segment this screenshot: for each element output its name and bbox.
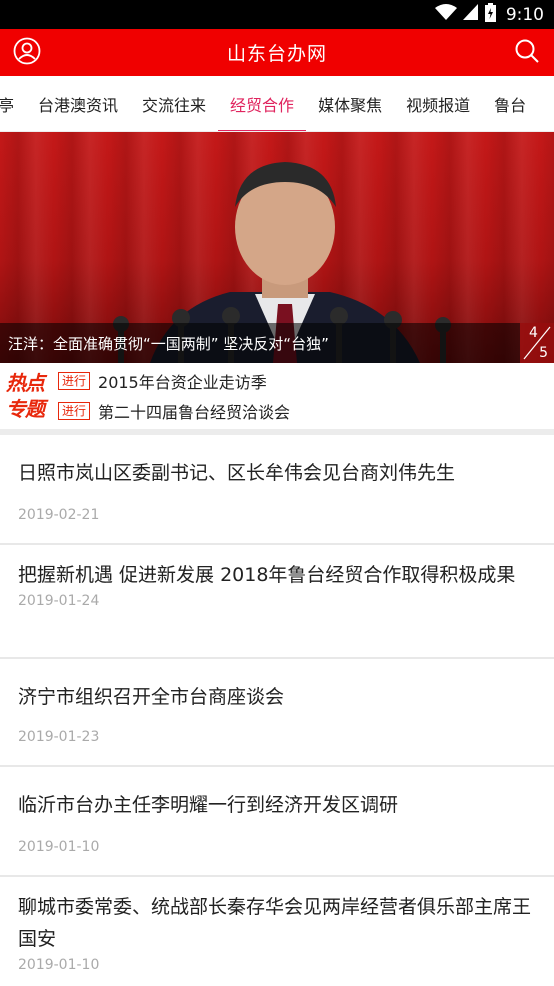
tab-exchanges[interactable]: 交流往来 <box>130 76 218 131</box>
tab-partial-left[interactable]: 亭 <box>0 76 26 131</box>
banner-caption: 汪洋：全面准确贯彻“一国两制” 坚决反对“台独” <box>8 334 329 353</box>
wifi-icon <box>434 3 457 26</box>
status-badge: 进行 <box>58 402 91 420</box>
news-date: 2019-01-10 <box>18 957 100 973</box>
news-item[interactable]: 把握新机遇 促进新发展 2018年鲁台经贸合作取得积极成果 2019-01-24 <box>0 545 554 659</box>
hot-topics: 热点 专题 进行 2015年台资企业走访季 进行 第二十四届鲁台经贸洽谈会 <box>0 363 554 435</box>
category-tabs[interactable]: 亭 台港澳资讯 交流往来 经贸合作 媒体聚焦 视频报道 鲁台 <box>0 76 554 132</box>
news-title: 把握新机遇 促进新发展 2018年鲁台经贸合作取得积极成果 <box>18 564 516 586</box>
banner-pager: 4 5 <box>520 323 554 363</box>
app-header: 山东台办网 <box>0 29 554 76</box>
tab-cross-strait-news[interactable]: 台港澳资讯 <box>26 76 130 131</box>
news-date: 2019-01-10 <box>18 839 100 855</box>
banner-caption-bar: 汪洋：全面准确贯彻“一国两制” 坚决反对“台独” <box>0 323 554 363</box>
news-title: 聊城市委常委、统战部长秦存华会见两岸经营者俱乐部主席王国安 <box>18 896 532 950</box>
news-title: 日照市岚山区委副书记、区长牟伟会见台商刘伟先生 <box>18 462 456 484</box>
news-item[interactable]: 日照市岚山区委副书记、区长牟伟会见台商刘伟先生 2019-02-21 <box>0 435 554 545</box>
news-item[interactable]: 临沂市台办主任李明耀一行到经济开发区调研 2019-01-10 <box>0 767 554 877</box>
hot-topic-title: 2015年台资企业走访季 <box>98 373 267 392</box>
hot-topic-title: 第二十四届鲁台经贸洽谈会 <box>98 403 291 422</box>
news-date: 2019-01-24 <box>18 593 100 609</box>
news-title: 临沂市台办主任李明耀一行到经济开发区调研 <box>18 794 399 816</box>
tab-shandong-taiwan[interactable]: 鲁台 <box>482 76 538 131</box>
hot-topics-list: 进行 2015年台资企业走访季 进行 第二十四届鲁台经贸洽谈会 <box>58 369 290 423</box>
search-button[interactable] <box>512 38 542 68</box>
banner-carousel[interactable]: 汪洋：全面准确贯彻“一国两制” 坚决反对“台独” 4 5 <box>0 132 554 363</box>
status-badge: 进行 <box>58 372 91 390</box>
user-icon <box>13 37 41 69</box>
hot-topic-item[interactable]: 进行 第二十四届鲁台经贸洽谈会 <box>58 399 290 423</box>
news-date: 2019-02-21 <box>18 507 100 523</box>
user-button[interactable] <box>12 37 42 69</box>
hot-topic-item[interactable]: 进行 2015年台资企业走访季 <box>58 369 290 393</box>
pager-total: 5 <box>539 345 548 361</box>
news-item[interactable]: 济宁市组织召开全市台商座谈会 2019-01-23 <box>0 659 554 767</box>
clock: 9:10 <box>505 4 544 25</box>
tab-video-reports[interactable]: 视频报道 <box>394 76 482 131</box>
status-bar: 9:10 <box>0 0 554 29</box>
search-icon <box>514 38 540 68</box>
news-item[interactable]: 聊城市委常委、统战部长秦存华会见两岸经营者俱乐部主席王国安 2019-01-10 <box>0 877 554 986</box>
pager-current: 4 <box>529 325 538 341</box>
news-title: 济宁市组织召开全市台商座谈会 <box>18 686 285 708</box>
signal-icon <box>462 3 479 26</box>
tab-economic-cooperation[interactable]: 经贸合作 <box>218 76 307 131</box>
tab-media-focus[interactable]: 媒体聚焦 <box>306 76 394 131</box>
news-date: 2019-01-23 <box>18 729 100 745</box>
news-list: 日照市岚山区委副书记、区长牟伟会见台商刘伟先生 2019-02-21 把握新机遇… <box>0 435 554 986</box>
app-title: 山东台办网 <box>226 43 327 65</box>
battery-icon <box>484 2 496 27</box>
hot-topics-logo: 热点 专题 <box>6 371 45 421</box>
